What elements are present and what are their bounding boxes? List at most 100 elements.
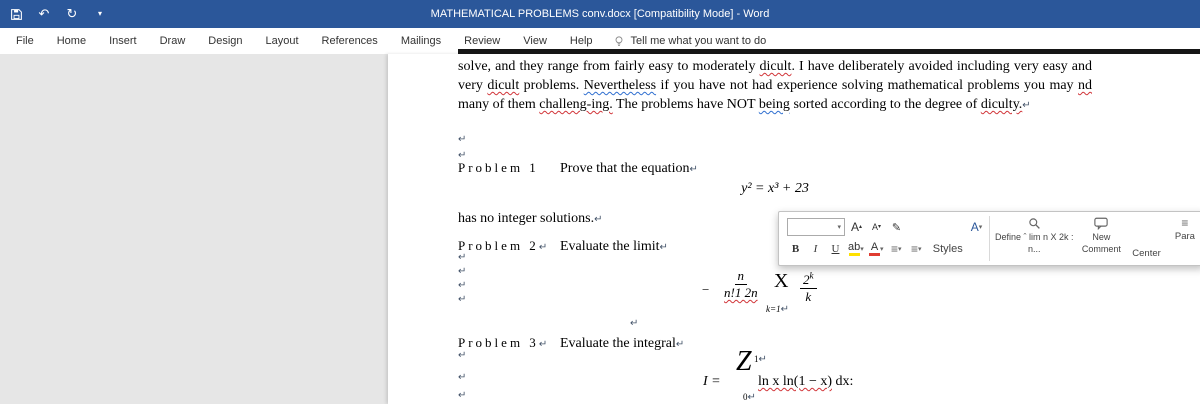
tab-design[interactable]: Design bbox=[208, 35, 242, 47]
chevron-down-icon: ▾ bbox=[860, 246, 864, 253]
comment-icon bbox=[1094, 216, 1109, 230]
pilcrow-mark: ↵ bbox=[458, 372, 467, 383]
title-bar: ↶ ↻ ▾ MATHEMATICAL PROBLEMS conv.docx [C… bbox=[0, 0, 1200, 28]
problem-1-tail-text: has no integer solutions. bbox=[458, 211, 595, 226]
font-color-letter: A bbox=[870, 241, 879, 253]
paragraph-button[interactable]: ≡ Para bbox=[1167, 212, 1200, 265]
new-comment-label-line1: New bbox=[1092, 232, 1111, 242]
tab-home[interactable]: Home bbox=[57, 35, 86, 47]
term-fraction: 2k k bbox=[800, 271, 817, 305]
integral-formula: I = Z 1↵ 0↵ ln x ln(1 − x) dx: bbox=[688, 344, 988, 404]
integral-lower-limit: 0↵ bbox=[743, 392, 756, 403]
chevron-down-icon: ▾ bbox=[918, 246, 922, 253]
pilcrow-mark: ↵ bbox=[458, 350, 467, 361]
problem-1-tail: has no integer solutions.↵ bbox=[458, 211, 603, 227]
pilcrow-mark: ↵ bbox=[458, 252, 467, 263]
word-window: ↶ ↻ ▾ MATHEMATICAL PROBLEMS conv.docx [C… bbox=[0, 0, 1200, 404]
center-label: Center bbox=[1132, 248, 1161, 259]
text-effects-button[interactable]: A ▾ bbox=[968, 218, 985, 237]
chevron-down-icon: ▾ bbox=[837, 224, 841, 231]
tab-draw[interactable]: Draw bbox=[160, 35, 186, 47]
pilcrow-mark: ↵ bbox=[458, 266, 467, 277]
paragraph-text: The problems have NOT bbox=[612, 97, 759, 112]
numbering-icon: ≡ bbox=[911, 242, 919, 256]
italic-button[interactable]: I bbox=[807, 240, 824, 259]
font-color-swatch bbox=[869, 253, 880, 256]
sum-lower-limit: k=1↵ bbox=[766, 304, 789, 315]
highlight-letters: ab bbox=[848, 241, 861, 253]
term-denominator: k bbox=[805, 289, 812, 304]
magnifier-icon bbox=[1027, 216, 1041, 230]
format-painter-icon: ✎ bbox=[891, 221, 902, 234]
ribbon-tabs: File Home Insert Draw Design Layout Refe… bbox=[0, 35, 593, 47]
bold-button[interactable]: B bbox=[787, 240, 804, 259]
toolbar-divider bbox=[989, 216, 990, 261]
integrand-flagged: ln x ln(1 − x) bbox=[758, 374, 832, 389]
problem-2-label-text: Problem 2 bbox=[458, 238, 539, 253]
tab-view[interactable]: View bbox=[523, 35, 547, 47]
pilcrow-mark: ↵ bbox=[538, 339, 551, 350]
paragraph-text: many of them bbox=[458, 97, 540, 112]
limit-formula: − n n!1 2n n X k=1↵ 2k k bbox=[688, 257, 848, 322]
problem-3-label-text: Problem 3 bbox=[458, 335, 539, 350]
tell-me-box[interactable]: Tell me what you want to do bbox=[613, 35, 766, 47]
pilcrow-mark: ↵ bbox=[458, 294, 467, 305]
grow-font-button[interactable]: A ▴ bbox=[848, 218, 865, 237]
sum-symbol: X bbox=[774, 270, 789, 292]
paragraph-text: problems. bbox=[519, 78, 584, 93]
pilcrow-mark: ↵ bbox=[630, 318, 639, 329]
chevron-down-icon: ▾ bbox=[978, 224, 983, 231]
lightbulb-icon bbox=[615, 36, 622, 46]
highlight-color-button[interactable]: ab ▾ bbox=[847, 240, 865, 259]
underline-button[interactable]: U bbox=[827, 240, 844, 259]
chevron-down-icon: ▾ bbox=[880, 246, 884, 253]
tab-mailings[interactable]: Mailings bbox=[401, 35, 441, 47]
problem-2-label: Problem 2↵ bbox=[458, 238, 560, 254]
problem-2-heading: Problem 2↵ Evaluate the limit↵ bbox=[458, 238, 668, 255]
integral-lhs: I = bbox=[703, 374, 721, 389]
paragraph-lines-icon: ≡ bbox=[1181, 216, 1189, 230]
mini-toolbar-formatting: ▾ A ▴ A ▾ ✎ A ▾ B I U ab ▾ A ▾ ≡ ▾ ≡ ▾ S… bbox=[779, 212, 987, 265]
numbering-button[interactable]: ≡ ▾ bbox=[908, 240, 925, 259]
misspelled-word: dicult bbox=[759, 59, 792, 74]
sum-lower-text: k=1 bbox=[766, 304, 781, 314]
tab-insert[interactable]: Insert bbox=[109, 35, 137, 47]
shrink-font-button[interactable]: A ▾ bbox=[868, 218, 885, 237]
tab-layout[interactable]: Layout bbox=[266, 35, 299, 47]
mini-toolbar: ▾ A ▴ A ▾ ✎ A ▾ B I U ab ▾ A ▾ ≡ ▾ ≡ ▾ S… bbox=[778, 211, 1200, 266]
paragraph-text: sorted according to the degree of bbox=[789, 97, 981, 112]
window-title: MATHEMATICAL PROBLEMS conv.docx [Compati… bbox=[430, 8, 770, 20]
new-comment-button[interactable]: New Comment bbox=[1077, 212, 1127, 265]
pilcrow-mark: ↵ bbox=[758, 354, 767, 365]
center-button[interactable]: Center bbox=[1126, 212, 1167, 265]
problem-3-heading: Problem 3↵ Evaluate the integral ↵ bbox=[458, 335, 684, 352]
bullets-icon: ≡ bbox=[891, 242, 899, 256]
pilcrow-mark: ↵ bbox=[747, 392, 756, 403]
bullets-button[interactable]: ≡ ▾ bbox=[888, 240, 905, 259]
font-color-icon: A bbox=[869, 242, 880, 256]
grammar-flagged-word: Nevertheless bbox=[583, 78, 657, 93]
problem-3-lead: Evaluate the integral bbox=[560, 336, 676, 351]
tab-references[interactable]: References bbox=[322, 35, 378, 47]
tab-file[interactable]: File bbox=[16, 35, 34, 47]
style-combo-box[interactable]: ▾ bbox=[787, 218, 845, 236]
styles-button[interactable]: Styles bbox=[932, 240, 964, 259]
problem-1-equation: y² = x³ + 23 bbox=[741, 181, 809, 196]
text-effects-letter: A bbox=[970, 220, 979, 234]
grammar-flagged-word: being bbox=[758, 97, 790, 112]
chevron-down-icon: ▾ bbox=[898, 246, 902, 253]
integrand-rest: dx: bbox=[832, 374, 854, 389]
clipped-text-line bbox=[458, 49, 1200, 54]
problem-1-label: Problem 1 bbox=[458, 160, 539, 175]
grow-font-letter: A bbox=[850, 220, 859, 234]
pilcrow-mark: ↵ bbox=[458, 390, 467, 401]
pilcrow-mark: ↵ bbox=[780, 304, 789, 315]
tab-help[interactable]: Help bbox=[570, 35, 593, 47]
smart-lookup-button[interactable]: Define ˆ lim n X 2k : n... bbox=[992, 212, 1077, 265]
tab-review[interactable]: Review bbox=[464, 35, 500, 47]
font-color-button[interactable]: A ▾ bbox=[868, 240, 885, 259]
problem-3-label: Problem 3↵ bbox=[458, 335, 560, 351]
misspelled-word: nd bbox=[1078, 78, 1092, 93]
format-painter-button[interactable]: ✎ bbox=[888, 218, 905, 237]
fraction-denominator: n!1 2n bbox=[724, 285, 758, 300]
